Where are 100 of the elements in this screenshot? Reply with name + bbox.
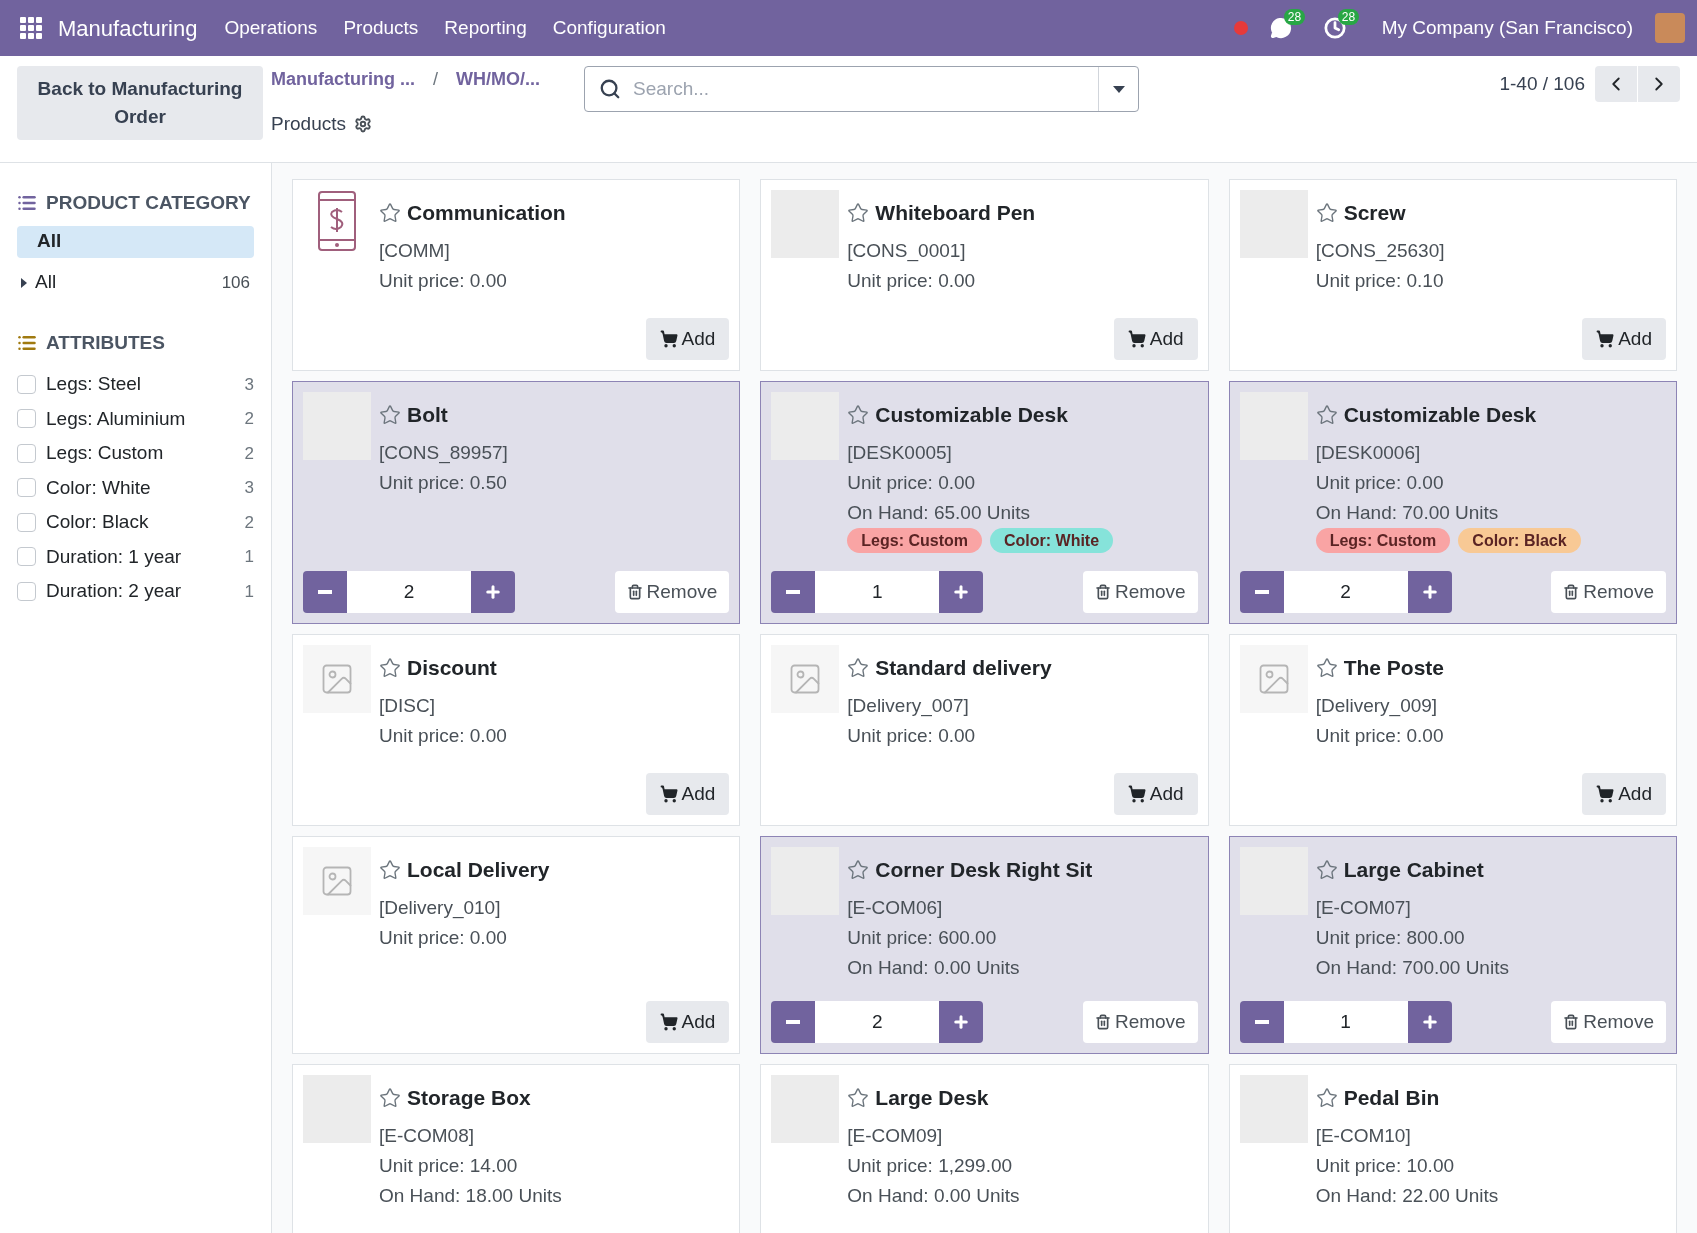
product-card[interactable]: Large Desk [E-COM09] Unit price: 1,299.00 On Hand: 0.00 Units	[760, 1064, 1209, 1233]
star-icon[interactable]	[379, 1087, 401, 1109]
attribute-checkbox[interactable]	[17, 547, 36, 567]
attribute-label[interactable]: Legs: Custom	[46, 439, 164, 468]
star-icon[interactable]	[847, 859, 870, 881]
add-button[interactable]: Add	[1582, 773, 1666, 815]
star-icon[interactable]	[379, 859, 401, 881]
star-icon[interactable]	[847, 404, 870, 426]
attribute-label[interactable]: Duration: 2 year	[46, 577, 182, 606]
product-card[interactable]: Pedal Bin [E-COM10] Unit price: 10.00 On Hand: 22.00 Units	[1228, 1064, 1677, 1233]
star-icon[interactable]	[847, 202, 870, 224]
attribute-label[interactable]: Color: White	[46, 473, 151, 502]
decrease-button[interactable]	[771, 571, 816, 613]
attribute-checkbox[interactable]	[17, 512, 36, 532]
add-button[interactable]: Add	[1113, 318, 1198, 360]
decrease-button[interactable]	[1239, 571, 1284, 613]
menu-item[interactable]: Products	[330, 13, 432, 43]
back-button[interactable]: Back to Manufacturing Order	[17, 66, 263, 140]
product-card[interactable]: Bolt [CONS_89957] Unit price: 0.50 2 Remove	[292, 381, 741, 624]
attribute-label[interactable]: Duration: 1 year	[46, 542, 182, 571]
add-button[interactable]: Add	[1582, 318, 1666, 360]
product-card[interactable]: Storage Box [E-COM08] Unit price: 14.00 On Hand: 18.00 Units	[292, 1064, 741, 1233]
product-card[interactable]: Customizable Desk [DESK0005] Unit price: 0.00 On Hand: 65.00 Units Legs: Custom Color: White 1 Remove	[760, 381, 1209, 624]
add-button[interactable]: Add	[645, 318, 730, 360]
breadcrumb-link[interactable]: WH/MO/...	[456, 65, 540, 93]
product-card[interactable]: Large Cabinet [E-COM07] Unit price: 800.00 On Hand: 700.00 Units 1 Remove	[1228, 836, 1677, 1054]
product-name: Storage Box	[407, 1085, 531, 1111]
attribute-label[interactable]: Legs: Aluminium	[46, 404, 186, 433]
product-card[interactable]: Whiteboard Pen [CONS_0001] Unit price: 0.00 Add	[760, 179, 1209, 371]
company-name[interactable]: My Company (San Francisco)	[1381, 13, 1633, 43]
decrease-button[interactable]	[771, 1001, 816, 1043]
star-icon[interactable]	[1315, 859, 1338, 881]
menu-item[interactable]: Reporting	[431, 13, 540, 43]
product-card[interactable]: Corner Desk Right Sit [E-COM06] Unit price: 600.00 On Hand: 0.00 Units 2 Remove	[760, 836, 1209, 1054]
next-button[interactable]	[1638, 66, 1680, 102]
cart-icon	[1596, 330, 1615, 348]
remove-button[interactable]: Remove	[1551, 1001, 1666, 1043]
caret-right-icon[interactable]	[21, 277, 27, 288]
section-title: PRODUCT CATEGORY	[46, 191, 251, 215]
minus-icon	[1254, 590, 1269, 594]
search-field[interactable]: Search...	[633, 74, 1098, 104]
product-card[interactable]: The Poste [Delivery_009] Unit price: 0.00 Add	[1228, 634, 1677, 826]
decrease-button[interactable]	[1239, 1001, 1284, 1043]
remove-button[interactable]: Remove	[1551, 571, 1666, 613]
star-icon[interactable]	[847, 1087, 870, 1109]
attribute-checkbox[interactable]	[17, 443, 36, 463]
on-hand-quantity: On Hand: 70.00 Units	[1315, 501, 1500, 525]
settings-icon[interactable]	[354, 115, 372, 134]
increase-button[interactable]	[939, 571, 984, 613]
product-card[interactable]: Customizable Desk [DESK0006] Unit price: 0.00 On Hand: 70.00 Units Legs: Custom Color: Black 2 Remove	[1228, 381, 1677, 624]
attribute-checkbox[interactable]	[17, 581, 36, 601]
product-card[interactable]: Discount [DISC] Unit price: 0.00 Add	[292, 634, 741, 826]
star-icon[interactable]	[1315, 202, 1338, 224]
add-button[interactable]: Add	[645, 773, 730, 815]
category-item[interactable]: All	[17, 225, 254, 258]
quantity-field[interactable]: 2	[347, 571, 471, 613]
product-card[interactable]: Standard delivery [Delivery_007] Unit price: 0.00 Add	[760, 634, 1209, 826]
search-bar[interactable]: Search...	[584, 66, 1139, 112]
menu-item[interactable]: Operations	[211, 13, 331, 43]
attribute-label[interactable]: Color: Black	[46, 508, 149, 537]
breadcrumb-link[interactable]: Manufacturing ...	[271, 65, 415, 93]
add-button[interactable]: Add	[1113, 773, 1198, 815]
cart-icon	[1127, 785, 1146, 803]
remove-button[interactable]: Remove	[1082, 571, 1198, 613]
quantity-field[interactable]: 1	[815, 571, 940, 613]
attribute-count: 2	[244, 442, 254, 465]
increase-button[interactable]	[939, 1001, 984, 1043]
product-name: Whiteboard Pen	[875, 200, 1036, 226]
remove-button[interactable]: Remove	[614, 571, 730, 613]
product-code: [Delivery_010]	[379, 896, 502, 921]
pager-value[interactable]: 1-40 / 106	[1499, 69, 1585, 99]
star-icon[interactable]	[379, 202, 401, 224]
app-name[interactable]: Manufacturing	[58, 11, 198, 45]
plus-icon	[952, 583, 971, 601]
star-icon[interactable]	[379, 657, 401, 679]
menu-item[interactable]: Configuration	[539, 13, 679, 43]
star-icon[interactable]	[379, 404, 401, 426]
product-card[interactable]: Local Delivery [Delivery_010] Unit price: 0.00 Add	[292, 836, 741, 1054]
increase-button[interactable]	[1407, 571, 1452, 613]
attribute-checkbox[interactable]	[17, 409, 36, 429]
increase-button[interactable]	[471, 571, 515, 613]
quantity-field[interactable]: 2	[815, 1001, 940, 1043]
star-icon[interactable]	[1315, 404, 1338, 426]
add-button[interactable]: Add	[645, 1001, 730, 1043]
attribute-checkbox[interactable]	[17, 374, 36, 394]
remove-button[interactable]: Remove	[1082, 1001, 1198, 1043]
quantity-field[interactable]: 1	[1283, 1001, 1408, 1043]
apps-menu-icon[interactable]	[20, 17, 42, 39]
star-icon[interactable]	[847, 657, 870, 679]
star-icon[interactable]	[1315, 657, 1338, 679]
attribute-checkbox[interactable]	[17, 478, 36, 498]
increase-button[interactable]	[1407, 1001, 1452, 1043]
decrease-button[interactable]	[303, 571, 347, 613]
product-card[interactable]: Communication [COMM] Unit price: 0.00 Add	[292, 179, 741, 371]
quantity-field[interactable]: 2	[1283, 571, 1408, 613]
attribute-label[interactable]: Legs: Steel	[46, 370, 142, 399]
product-card[interactable]: Screw [CONS_25630] Unit price: 0.10 Add	[1228, 179, 1677, 371]
previous-button[interactable]	[1595, 66, 1637, 102]
star-icon[interactable]	[1315, 1087, 1338, 1109]
category-item[interactable]: All 106	[17, 266, 254, 299]
